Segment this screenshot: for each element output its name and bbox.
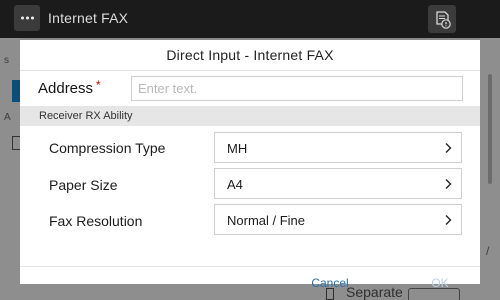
background-left-text: s	[4, 55, 9, 66]
job-status-button[interactable]	[428, 5, 456, 33]
job-status-icon	[436, 11, 451, 29]
fax-resolution-select[interactable]: Normal / Fine	[214, 204, 462, 235]
direct-input-dialog: Direct Input - Internet FAX Address* Rec…	[20, 40, 480, 284]
menu-button[interactable]	[14, 5, 40, 31]
background-tab	[12, 80, 20, 102]
background-box	[12, 136, 20, 150]
address-label-text: Address	[38, 80, 94, 97]
paper-size-select[interactable]: A4	[214, 168, 462, 199]
background-left-panel: s A	[0, 38, 20, 300]
paper-size-value: A4	[227, 177, 243, 192]
fax-resolution-label: Fax Resolution	[49, 213, 143, 229]
paper-size-label: Paper Size	[49, 177, 118, 193]
background-scrollbar	[488, 74, 492, 184]
background-right-panel: /	[480, 38, 500, 300]
cancel-button[interactable]: Cancel	[300, 273, 360, 293]
background-left-text-2: A	[4, 112, 11, 123]
address-label: Address *	[38, 78, 101, 97]
dialog-divider	[20, 266, 480, 267]
ok-button[interactable]: OK	[420, 273, 460, 293]
required-mark: *	[96, 78, 101, 92]
section-receiver-rx-ability: Receiver RX Ability	[20, 106, 480, 126]
ellipsis-icon	[20, 16, 34, 20]
fax-resolution-value: Normal / Fine	[227, 213, 306, 228]
chevron-right-icon	[445, 179, 452, 189]
compression-type-label: Compression Type	[49, 140, 166, 156]
compression-type-select[interactable]: MH	[214, 132, 462, 163]
chevron-right-icon	[445, 143, 452, 153]
background-right-text: /	[486, 244, 490, 258]
compression-type-value: MH	[227, 141, 248, 156]
address-input[interactable]	[131, 76, 463, 101]
chevron-right-icon	[445, 215, 452, 225]
dialog-title: Direct Input - Internet FAX	[20, 40, 480, 71]
app-title: Internet FAX	[48, 10, 129, 26]
top-bar: Internet FAX	[0, 0, 500, 38]
